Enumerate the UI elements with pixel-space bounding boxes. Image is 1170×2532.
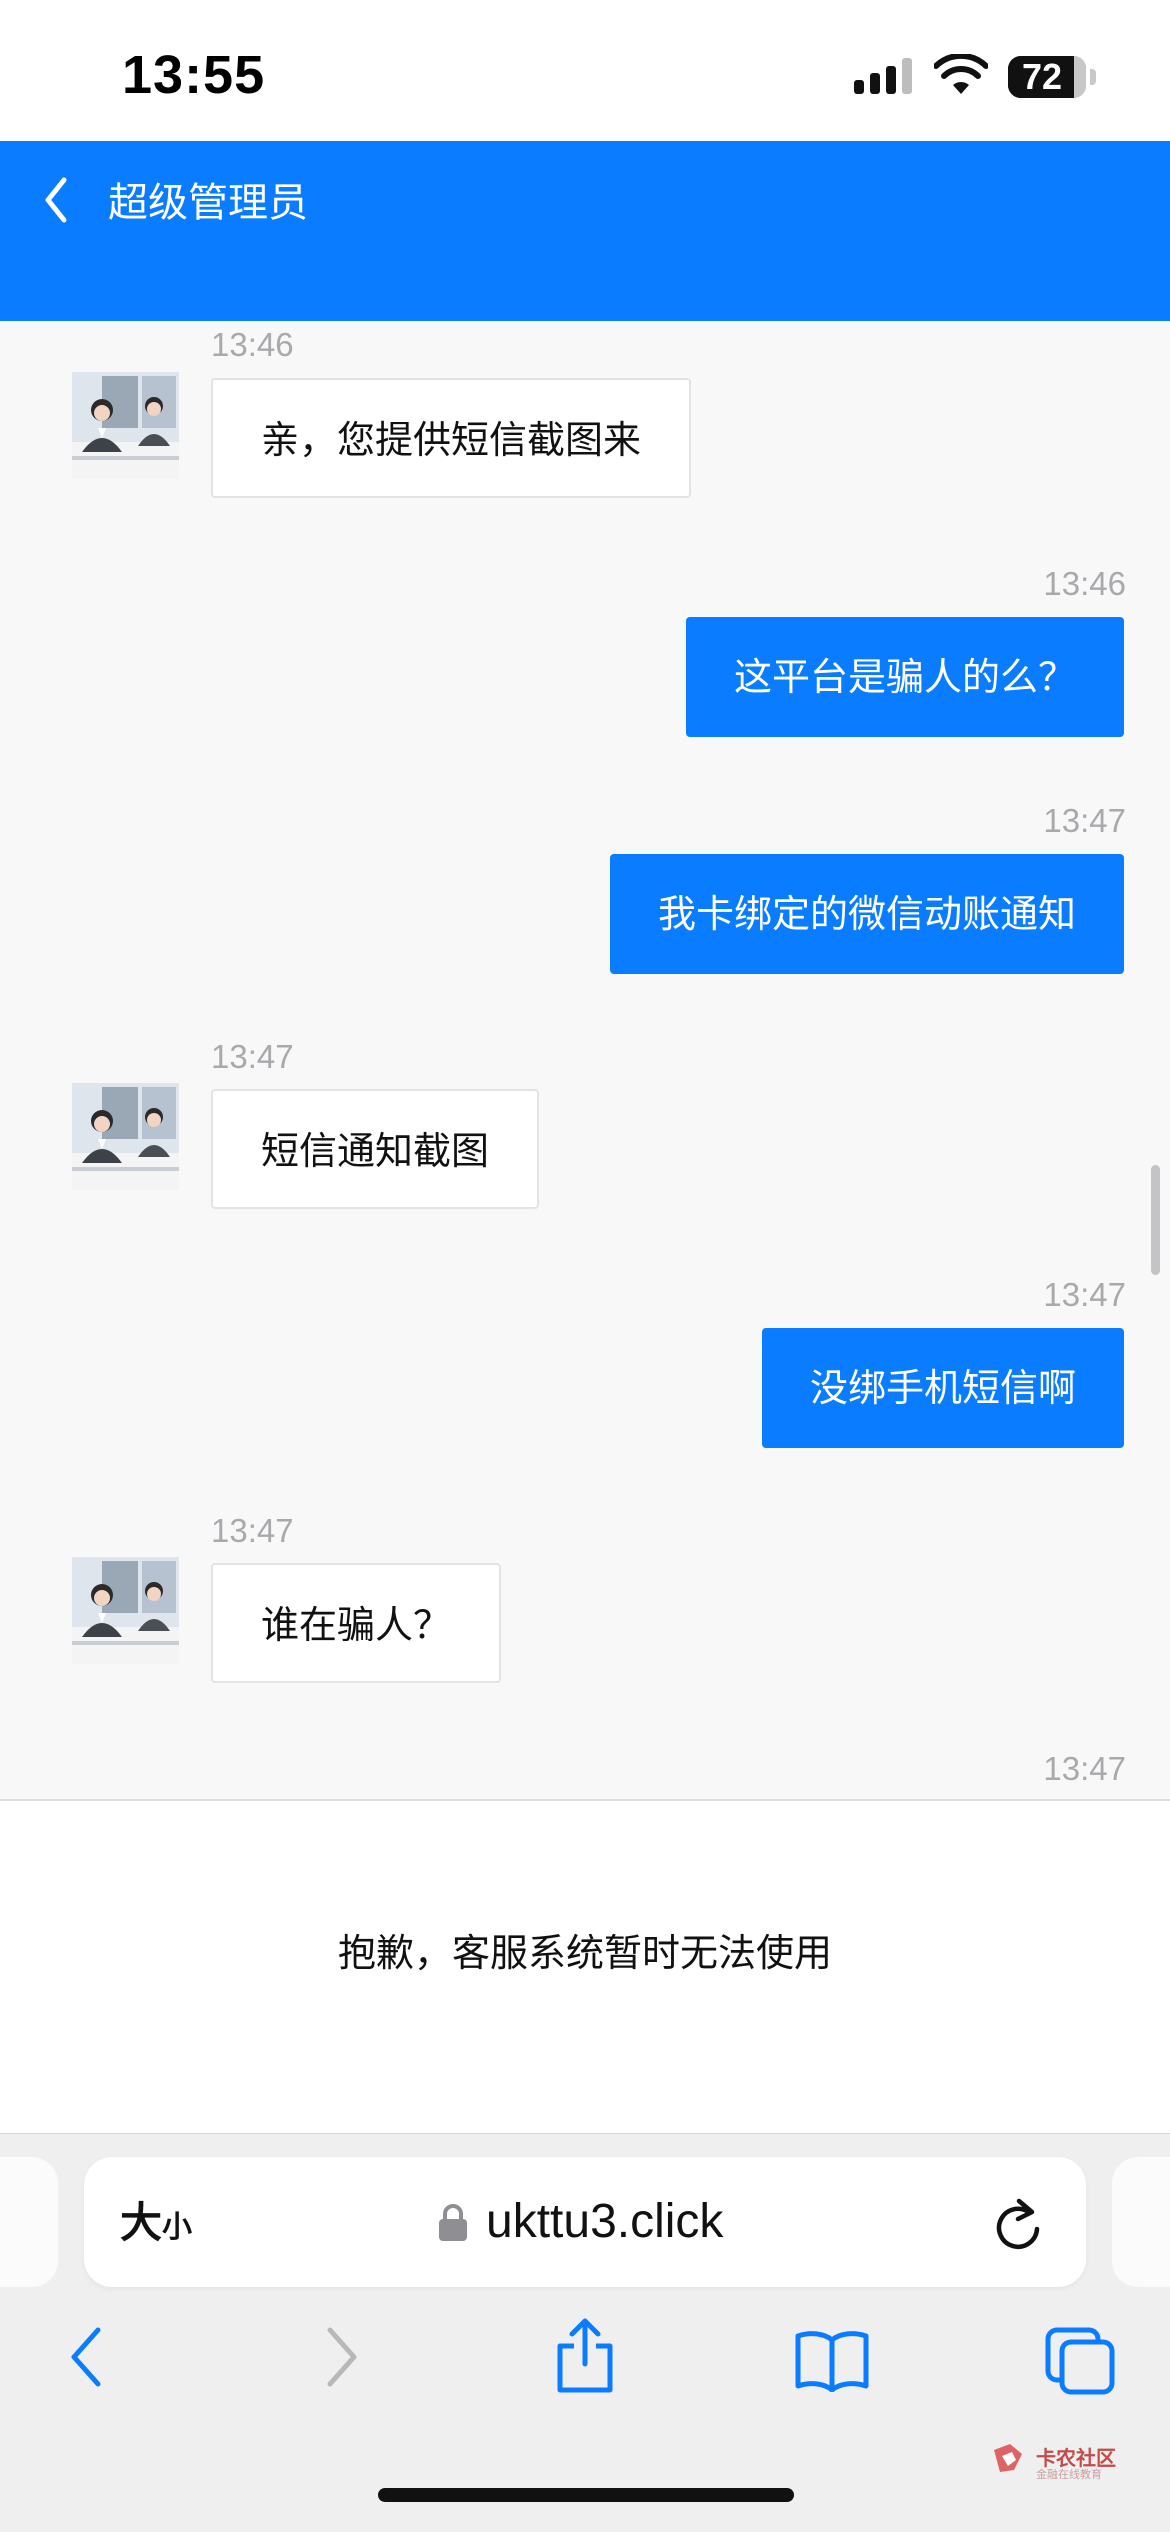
agent-avatar	[72, 1557, 179, 1664]
next-tab-peek[interactable]	[1112, 2157, 1170, 2287]
message-timestamp: 13:47	[211, 1038, 294, 1075]
browser-forward-icon[interactable]	[316, 2322, 366, 2392]
customer-service-agents-icon	[72, 372, 179, 479]
previous-tab-peek[interactable]	[0, 2157, 58, 2287]
battery-level: 72	[1021, 56, 1063, 97]
message-timestamp: 13:46	[1043, 565, 1126, 602]
service-unavailable-notice: 抱歉，客服系统暂时无法使用	[337, 1931, 832, 1975]
outgoing-message: 没绑手机短信啊	[761, 1328, 1124, 1448]
chat-title: 超级管理员	[108, 180, 308, 226]
battery-indicator: 72	[1008, 56, 1086, 98]
outgoing-message: 我卡绑定的微信动账通知	[609, 854, 1124, 974]
incoming-message: 亲，您提供短信截图来	[211, 378, 692, 498]
text-size-button[interactable]: 大小	[120, 2198, 192, 2248]
home-indicator[interactable]	[378, 2488, 794, 2502]
chat-scrollbar[interactable]	[1151, 1165, 1160, 1275]
watermark-subtext: 金融在线教育	[1036, 2468, 1102, 2481]
url-text[interactable]: ukttu3.click	[486, 2194, 723, 2250]
message-timestamp: 13:47	[1043, 1750, 1126, 1787]
incoming-message: 短信通知截图	[211, 1089, 540, 1209]
battery-nub	[1090, 69, 1096, 85]
customer-service-agents-icon	[72, 1557, 179, 1664]
text-size-big-label: 大	[120, 2198, 163, 2247]
incoming-message: 谁在骗人？	[211, 1563, 502, 1683]
outgoing-message: 这平台是骗人的么？	[685, 617, 1124, 737]
agent-avatar	[72, 1083, 179, 1190]
message-timestamp: 13:46	[211, 326, 294, 363]
lock-icon	[439, 2204, 467, 2241]
customer-service-agents-icon	[72, 1083, 179, 1190]
status-time: 13:55	[122, 45, 266, 105]
wifi-icon	[934, 54, 988, 94]
share-icon[interactable]	[552, 2316, 618, 2396]
message-timestamp: 13:47	[1043, 1276, 1126, 1313]
agent-avatar	[72, 372, 179, 479]
bookmarks-icon[interactable]	[794, 2328, 870, 2392]
reload-icon[interactable]	[992, 2195, 1044, 2251]
cellular-signal-icon	[854, 58, 912, 94]
text-size-small-label: 小	[162, 2210, 193, 2245]
message-timestamp: 13:47	[1043, 802, 1126, 839]
chat-header	[0, 141, 1170, 321]
back-arrow-icon[interactable]	[34, 170, 84, 230]
tabs-icon[interactable]	[1044, 2326, 1116, 2396]
message-timestamp: 13:47	[211, 1512, 294, 1549]
browser-back-icon[interactable]	[62, 2322, 112, 2392]
